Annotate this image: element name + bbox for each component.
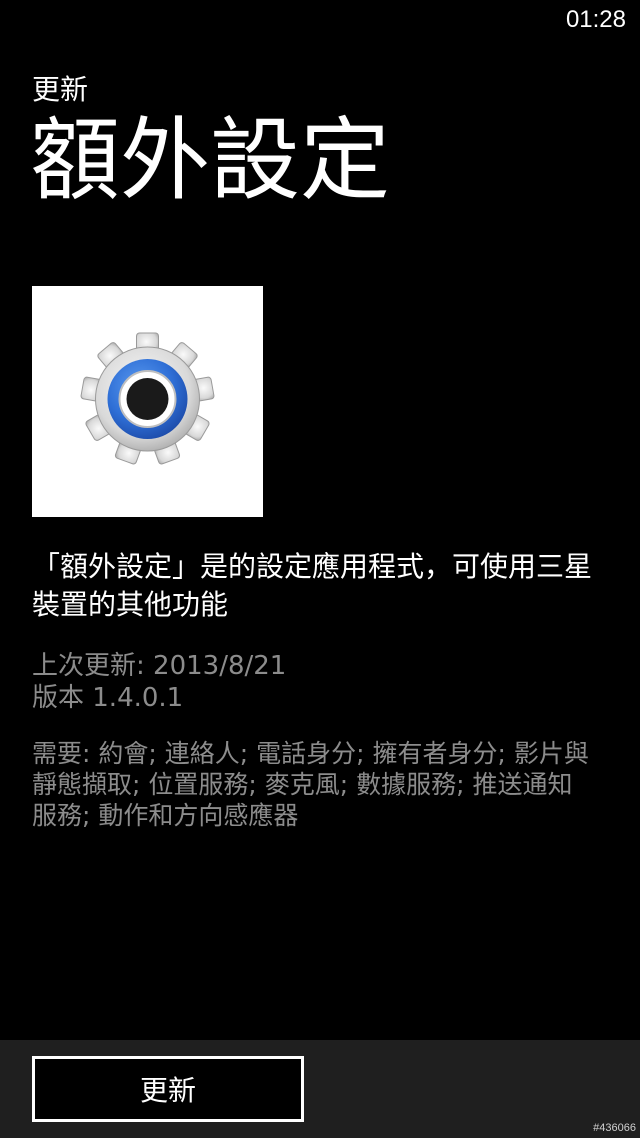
app-name: 更新 — [32, 73, 89, 106]
update-button[interactable]: 更新 — [32, 1056, 304, 1122]
last-updated: 上次更新: 2013/8/21 — [32, 651, 287, 681]
watermark: #436066 — [593, 1122, 636, 1134]
app-meta: 上次更新: 2013/8/21 版本 1.4.0.1 — [32, 650, 612, 714]
app-icon-tile — [32, 286, 263, 517]
version: 版本 1.4.0.1 — [32, 683, 184, 713]
requirements: 需要: 約會; 連絡人; 電話身分; 擁有者身分; 影片與靜態擷取; 位置服務;… — [32, 739, 589, 830]
page-title: 額外設定 — [30, 108, 390, 213]
settings-gear-icon — [80, 332, 215, 465]
app-description: 「額外設定」是的設定應用程式，可使用三星裝置的其他功能 — [32, 550, 593, 621]
status-time: 01:28 — [565, 6, 626, 33]
